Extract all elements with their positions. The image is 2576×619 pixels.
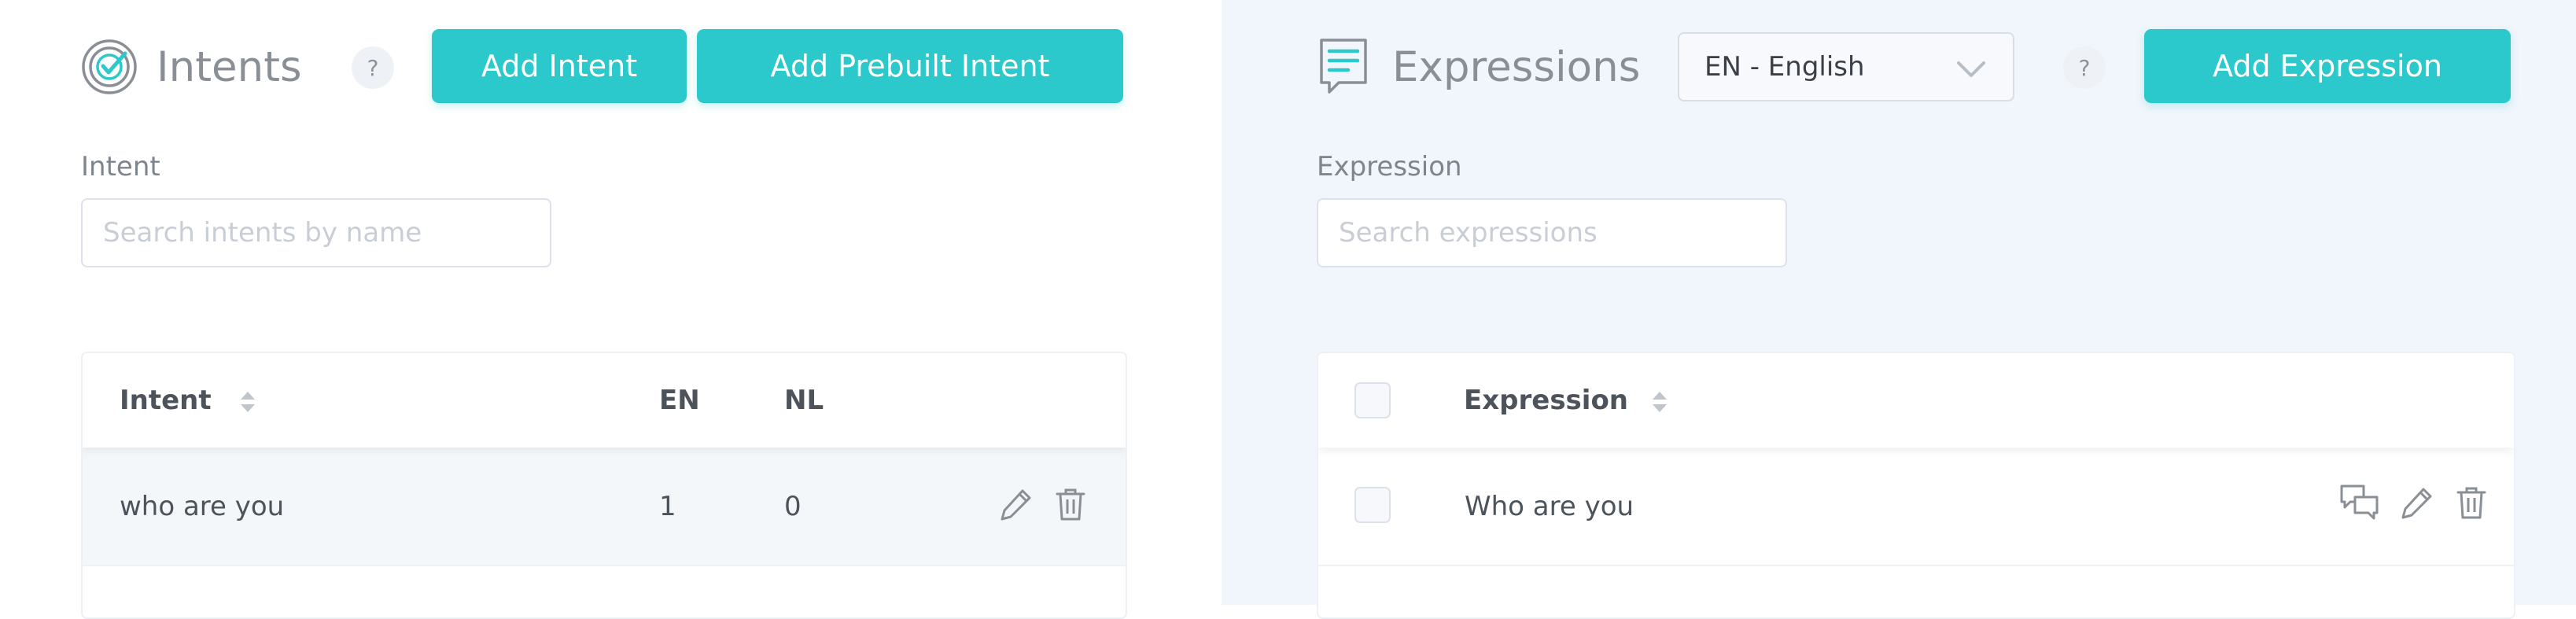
- pencil-icon[interactable]: [2400, 485, 2434, 523]
- add-prebuilt-intent-button[interactable]: Add Prebuilt Intent: [697, 29, 1123, 103]
- select-all-checkbox[interactable]: [1354, 382, 1391, 418]
- language-select-value: EN - English: [1704, 51, 1865, 83]
- row-divider: [1318, 565, 2514, 566]
- column-header-expression[interactable]: Expression: [1464, 353, 1628, 448]
- intent-search-input[interactable]: [81, 198, 551, 267]
- column-header-nl: NL: [784, 385, 824, 416]
- table-row[interactable]: Who are you: [1318, 448, 2514, 566]
- page-title: Expressions: [1392, 43, 1641, 91]
- intent-nl-count: 0: [784, 491, 802, 522]
- add-expression-button[interactable]: Add Expression: [2144, 29, 2511, 103]
- expression-search-input[interactable]: [1317, 198, 1787, 267]
- trash-icon[interactable]: [1055, 487, 1086, 525]
- document-speech-icon: [1318, 37, 1369, 97]
- intent-filter-label: Intent: [81, 151, 160, 182]
- column-header-en: EN: [659, 385, 700, 416]
- intents-table: Intent EN NL who are you 1 0: [81, 352, 1127, 619]
- intents-panel: Intents ? Add Intent Add Prebuilt Intent…: [0, 0, 1222, 619]
- intents-table-header: Intent EN NL: [83, 353, 1126, 448]
- help-button[interactable]: ?: [2063, 46, 2106, 89]
- expression-text: Who are you: [1465, 491, 1634, 522]
- table-row[interactable]: who are you 1 0: [83, 448, 1126, 566]
- add-intent-button[interactable]: Add Intent: [432, 29, 687, 103]
- row-divider: [83, 565, 1126, 566]
- expressions-table: Expression Who are you: [1317, 352, 2515, 619]
- row-checkbox[interactable]: [1354, 487, 1391, 523]
- page-title: Intents: [157, 43, 302, 91]
- chat-bubbles-icon[interactable]: [2339, 484, 2380, 525]
- sort-arrows-icon[interactable]: [1651, 390, 1668, 417]
- expressions-table-header: Expression: [1318, 353, 2514, 448]
- language-select[interactable]: EN - English: [1678, 32, 2014, 101]
- pencil-icon[interactable]: [999, 487, 1034, 525]
- target-check-icon: [81, 39, 138, 95]
- expression-filter-label: Expression: [1317, 151, 1462, 182]
- intent-name: who are you: [120, 491, 285, 522]
- sort-arrows-icon[interactable]: [239, 390, 256, 417]
- trash-icon[interactable]: [2456, 485, 2487, 523]
- chevron-down-icon: [1956, 56, 1986, 87]
- intent-en-count: 1: [659, 491, 676, 522]
- help-button[interactable]: ?: [352, 46, 394, 89]
- column-header-intent[interactable]: Intent: [120, 353, 212, 448]
